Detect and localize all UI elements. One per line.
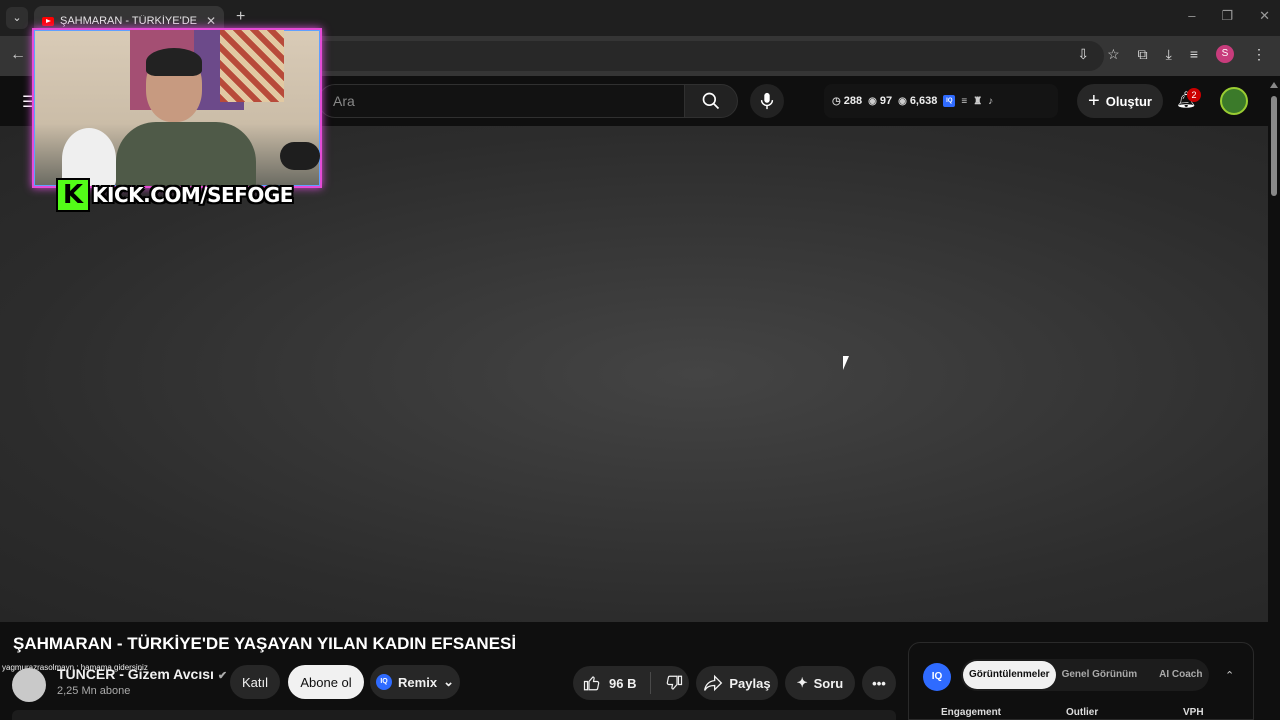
streamer-hair (146, 48, 202, 76)
bookmark-star-icon[interactable]: ☆ (1107, 46, 1120, 63)
search-icon (702, 92, 720, 110)
browser-menu-icon[interactable]: ⋮ (1252, 46, 1266, 63)
restore-icon[interactable]: ❐ (1221, 8, 1233, 24)
share-label: Paylaş (729, 675, 771, 691)
voice-search-button[interactable] (750, 84, 784, 118)
description-box[interactable] (12, 710, 896, 720)
remix-label: Remix (398, 674, 438, 690)
video-title: ŞAHMARAN - TÜRKİYE'DE YAŞAYAN YILAN KADI… (13, 634, 517, 653)
kick-banner: K KICK.COM/SEFOGE (56, 176, 300, 214)
mouse-cursor-icon (843, 356, 849, 370)
stat-time: 288 (843, 95, 863, 107)
microphone (280, 142, 320, 170)
more-actions-button[interactable]: ••• (862, 666, 896, 700)
window-controls: – ❐ ✕ (1188, 8, 1270, 24)
subscriber-count: 2,25 Mn abone (57, 685, 131, 697)
vidiq-logo-icon: IQ (923, 663, 951, 691)
like-dislike-group: 96 B (573, 666, 689, 700)
tab-search-menu-icon[interactable]: ⌄ (6, 7, 28, 29)
search-button[interactable] (684, 84, 738, 118)
close-window-icon[interactable]: ✕ (1259, 8, 1270, 24)
scroll-up-arrow-icon[interactable] (1270, 82, 1278, 88)
profile-avatar[interactable]: S (1216, 45, 1234, 63)
ask-button[interactable]: ✦ Soru (785, 666, 855, 700)
media-queue-icon[interactable]: ≡ (1190, 46, 1198, 62)
minimize-icon[interactable]: – (1188, 8, 1195, 24)
youtube-favicon-icon (42, 16, 54, 26)
clock-icon: ◷ (832, 95, 841, 107)
downloads-icon[interactable]: ⤓ (1166, 46, 1172, 63)
sparkle-icon: ✦ (796, 675, 808, 690)
notifications-badge: 2 (1187, 88, 1201, 102)
share-button[interactable]: Paylaş (696, 666, 778, 700)
microphone-icon (760, 92, 774, 110)
toolbar-icons: ⇩ ☆ ⧉ ⤓ ≡ S ⋮ (1077, 45, 1266, 63)
scrollbar-thumb[interactable] (1271, 96, 1277, 196)
search-box (318, 84, 684, 118)
join-button[interactable]: Katıl (230, 665, 280, 699)
like-divider (650, 672, 652, 694)
small-bell-icon[interactable]: ♪ (988, 96, 993, 107)
verified-icon: ✔ (217, 670, 228, 682)
tab-title: ŞAHMARAN - TÜRKİYE'DE YAŞA (60, 15, 200, 27)
share-arrow-icon (704, 674, 723, 692)
thumbs-down-icon[interactable] (665, 674, 683, 692)
extensions-icon[interactable]: ⧉ (1138, 46, 1148, 63)
column-engagement: Engagement (941, 707, 1002, 718)
remix-button[interactable]: IQ Remix ⌄ (370, 665, 460, 699)
vidiq-panel: IQ Görüntülenmeler Genel Görünüm AI Coac… (908, 642, 1254, 720)
create-button[interactable]: + Oluştur (1077, 84, 1163, 118)
streamer-webcam (32, 28, 322, 188)
plus-icon: + (1088, 90, 1100, 112)
list-icon[interactable]: ≡ (961, 96, 967, 107)
tab-close-icon[interactable]: ✕ (206, 14, 216, 28)
back-arrow-icon[interactable]: ← (10, 46, 26, 64)
vidiq-remix-icon: IQ (376, 674, 393, 690)
chevron-down-icon: ⌄ (443, 674, 454, 689)
thumbs-up-icon[interactable] (583, 674, 601, 692)
channel-stats-widget: ◷ 288 ◉ 97 ◉ 6,638 IQ ≡ ♜ ♪ (824, 84, 1058, 118)
vidiq-icon[interactable]: IQ (943, 95, 956, 107)
subscribe-button[interactable]: Abone ol (288, 665, 364, 699)
stat-views: 6,638 (909, 95, 938, 107)
create-label: Oluştur (1105, 93, 1152, 109)
account-avatar[interactable] (1220, 87, 1248, 115)
like-count[interactable]: 96 B (609, 676, 636, 691)
vidiq-tabs: Görüntülenmeler Genel Görünüm AI Coach (961, 659, 1209, 691)
install-app-icon[interactable]: ⇩ (1077, 46, 1089, 63)
kick-url: KICK.COM/SEFOGE (92, 183, 293, 207)
tab-overview[interactable]: Genel Görünüm (1056, 661, 1144, 689)
channel-name-row[interactable]: TUNCER - Gizem Avcısı ✔ (57, 666, 227, 682)
channel-name[interactable]: TUNCER - Gizem Avcısı (57, 666, 214, 682)
views-eye-icon: ◉ (898, 95, 907, 107)
trophy-icon[interactable]: ♜ (973, 96, 982, 107)
stat-watching: 97 (879, 95, 893, 107)
tab-views[interactable]: Görüntülenmeler (963, 661, 1056, 689)
page-scrollbar[interactable] (1268, 76, 1280, 720)
chevron-up-icon[interactable]: ⌃ (1225, 669, 1234, 682)
column-outlier: Outlier (1066, 707, 1099, 718)
more-horizontal-icon: ••• (872, 675, 886, 691)
tab-ai-coach[interactable]: AI Coach (1153, 661, 1208, 689)
new-tab-button[interactable]: + (236, 8, 245, 26)
ask-label: Soru (813, 675, 844, 691)
eye-icon: ◉ (868, 95, 877, 107)
search-input[interactable] (319, 85, 684, 117)
wall-rug (220, 30, 284, 102)
column-vph: VPH (1183, 707, 1204, 718)
channel-avatar[interactable] (12, 668, 46, 702)
kick-logo-icon: K (56, 178, 90, 212)
